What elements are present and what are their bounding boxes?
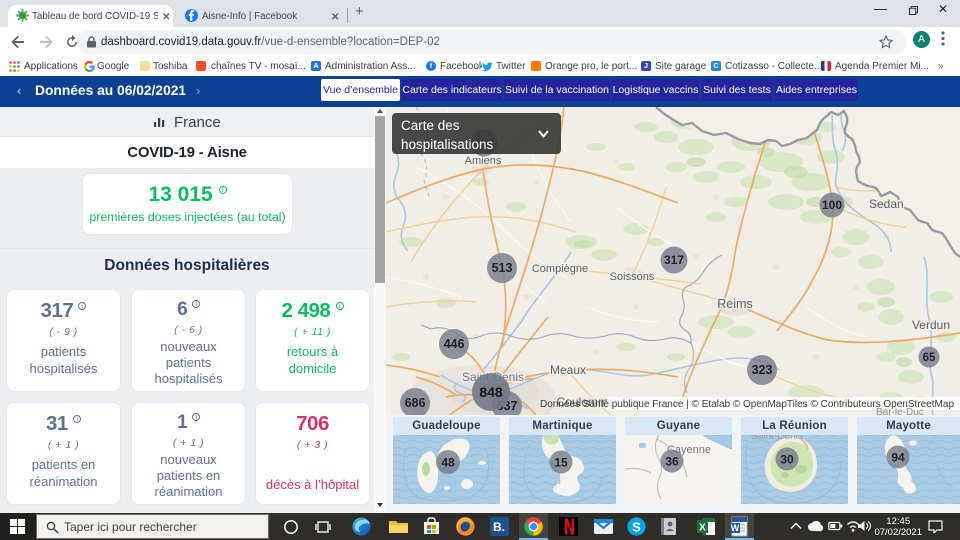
svg-text:Compiègne: Compiègne <box>532 263 588 275</box>
svg-text:Verdun: Verdun <box>912 318 950 332</box>
svg-text:Amiens: Amiens <box>465 155 502 167</box>
svg-text:X: X <box>699 523 706 534</box>
svg-text:94: 94 <box>891 451 905 465</box>
svg-text:Bar-le-Duc: Bar-le-Duc <box>876 407 924 415</box>
svg-text:48: 48 <box>441 456 455 470</box>
svg-text:446: 446 <box>444 337 465 351</box>
svg-text:Sedan: Sedan <box>869 197 904 211</box>
svg-text:15: 15 <box>554 456 568 470</box>
svg-text:686: 686 <box>405 396 426 410</box>
svg-text:100: 100 <box>822 198 842 212</box>
svg-text:317: 317 <box>664 253 684 267</box>
svg-text:Meaux: Meaux <box>550 363 586 377</box>
svg-text:Soissons: Soissons <box>610 271 655 283</box>
svg-text:W: W <box>731 523 740 533</box>
svg-text:513: 513 <box>492 261 513 275</box>
svg-text:Reims: Reims <box>717 297 752 311</box>
svg-text:323: 323 <box>752 363 773 377</box>
svg-text:B.: B. <box>493 520 505 534</box>
svg-text:30: 30 <box>780 453 794 467</box>
svg-text:S: S <box>632 520 641 535</box>
svg-text:65: 65 <box>923 352 936 364</box>
svg-text:848: 848 <box>479 384 503 400</box>
svg-text:36: 36 <box>665 455 679 469</box>
